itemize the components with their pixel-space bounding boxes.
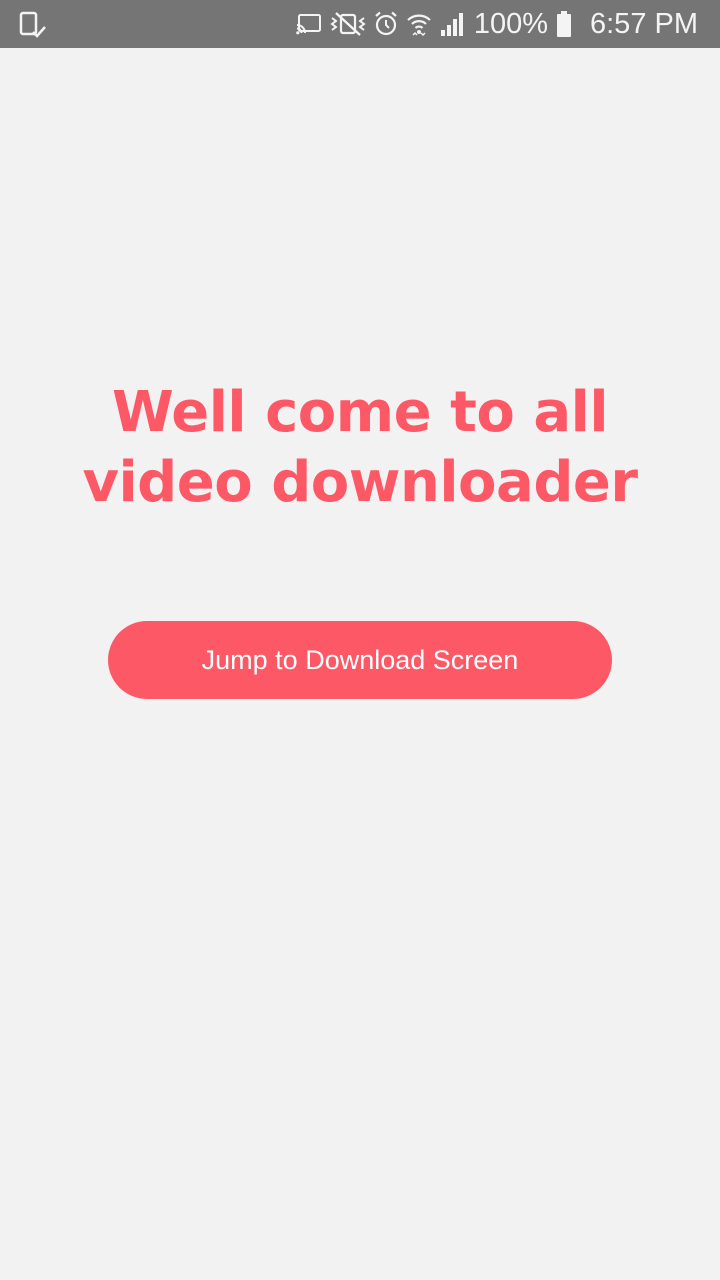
jump-to-download-button[interactable]: Jump to Download Screen (108, 621, 612, 699)
cast-icon (296, 13, 322, 35)
signal-icon (440, 12, 466, 36)
battery-percent: 100% (473, 8, 548, 40)
status-time: 6:57 PM (590, 8, 698, 40)
device-check-icon (18, 10, 48, 40)
welcome-title: Well come to all video downloader (82, 380, 638, 515)
vibrate-mute-icon (330, 11, 366, 37)
alarm-icon (374, 11, 398, 37)
status-icons: 100% 6:57 PM (296, 0, 698, 48)
battery-icon (556, 11, 572, 37)
status-bar: 100% 6:57 PM (0, 0, 720, 48)
wifi-icon (406, 11, 432, 37)
